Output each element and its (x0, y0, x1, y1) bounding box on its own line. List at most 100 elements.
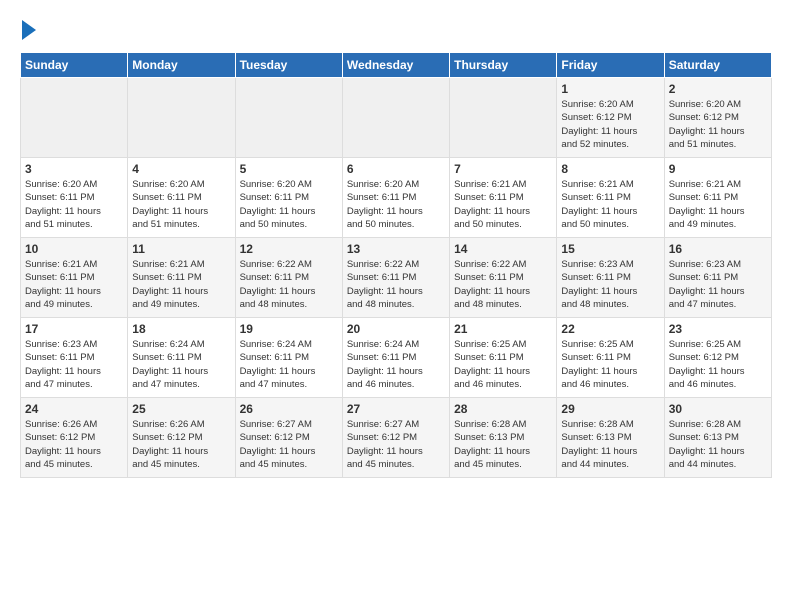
day-number: 2 (669, 82, 767, 96)
day-number: 6 (347, 162, 445, 176)
day-info: Sunrise: 6:28 AM Sunset: 6:13 PM Dayligh… (454, 418, 552, 471)
calendar-cell: 22 Sunrise: 6:25 AM Sunset: 6:11 PM Dayli… (557, 318, 664, 398)
day-number: 4 (132, 162, 230, 176)
calendar-cell: 28 Sunrise: 6:28 AM Sunset: 6:13 PM Dayli… (450, 398, 557, 478)
weekday-header-thursday: Thursday (450, 53, 557, 78)
day-info: Sunrise: 6:22 AM Sunset: 6:11 PM Dayligh… (454, 258, 552, 311)
day-number: 24 (25, 402, 123, 416)
day-info: Sunrise: 6:25 AM Sunset: 6:11 PM Dayligh… (454, 338, 552, 391)
day-info: Sunrise: 6:21 AM Sunset: 6:11 PM Dayligh… (669, 178, 767, 231)
day-info: Sunrise: 6:21 AM Sunset: 6:11 PM Dayligh… (454, 178, 552, 231)
calendar-week-2: 3 Sunrise: 6:20 AM Sunset: 6:11 PM Daylig… (21, 158, 772, 238)
calendar-cell: 16 Sunrise: 6:23 AM Sunset: 6:11 PM Dayli… (664, 238, 771, 318)
day-number: 28 (454, 402, 552, 416)
day-info: Sunrise: 6:26 AM Sunset: 6:12 PM Dayligh… (132, 418, 230, 471)
day-info: Sunrise: 6:24 AM Sunset: 6:11 PM Dayligh… (240, 338, 338, 391)
calendar-week-3: 10 Sunrise: 6:21 AM Sunset: 6:11 PM Dayli… (21, 238, 772, 318)
day-info: Sunrise: 6:20 AM Sunset: 6:11 PM Dayligh… (240, 178, 338, 231)
day-number: 1 (561, 82, 659, 96)
day-number: 5 (240, 162, 338, 176)
weekday-header-monday: Monday (128, 53, 235, 78)
weekday-header-tuesday: Tuesday (235, 53, 342, 78)
day-number: 19 (240, 322, 338, 336)
day-number: 17 (25, 322, 123, 336)
day-number: 23 (669, 322, 767, 336)
day-info: Sunrise: 6:21 AM Sunset: 6:11 PM Dayligh… (25, 258, 123, 311)
day-number: 30 (669, 402, 767, 416)
day-info: Sunrise: 6:25 AM Sunset: 6:12 PM Dayligh… (669, 338, 767, 391)
day-info: Sunrise: 6:20 AM Sunset: 6:12 PM Dayligh… (561, 98, 659, 151)
calendar-cell: 2 Sunrise: 6:20 AM Sunset: 6:12 PM Daylig… (664, 78, 771, 158)
calendar-cell (128, 78, 235, 158)
day-info: Sunrise: 6:27 AM Sunset: 6:12 PM Dayligh… (347, 418, 445, 471)
calendar-cell: 9 Sunrise: 6:21 AM Sunset: 6:11 PM Daylig… (664, 158, 771, 238)
calendar-cell: 19 Sunrise: 6:24 AM Sunset: 6:11 PM Dayli… (235, 318, 342, 398)
day-number: 15 (561, 242, 659, 256)
logo-text-block (20, 16, 36, 40)
calendar-cell: 26 Sunrise: 6:27 AM Sunset: 6:12 PM Dayli… (235, 398, 342, 478)
calendar-cell: 5 Sunrise: 6:20 AM Sunset: 6:11 PM Daylig… (235, 158, 342, 238)
day-number: 3 (25, 162, 123, 176)
day-info: Sunrise: 6:22 AM Sunset: 6:11 PM Dayligh… (347, 258, 445, 311)
calendar-cell: 3 Sunrise: 6:20 AM Sunset: 6:11 PM Daylig… (21, 158, 128, 238)
day-number: 12 (240, 242, 338, 256)
day-info: Sunrise: 6:28 AM Sunset: 6:13 PM Dayligh… (669, 418, 767, 471)
calendar-cell: 6 Sunrise: 6:20 AM Sunset: 6:11 PM Daylig… (342, 158, 449, 238)
day-number: 22 (561, 322, 659, 336)
weekday-header-friday: Friday (557, 53, 664, 78)
day-info: Sunrise: 6:28 AM Sunset: 6:13 PM Dayligh… (561, 418, 659, 471)
weekday-header-sunday: Sunday (21, 53, 128, 78)
calendar-cell: 14 Sunrise: 6:22 AM Sunset: 6:11 PM Dayli… (450, 238, 557, 318)
calendar-week-1: 1 Sunrise: 6:20 AM Sunset: 6:12 PM Daylig… (21, 78, 772, 158)
day-info: Sunrise: 6:20 AM Sunset: 6:11 PM Dayligh… (347, 178, 445, 231)
day-number: 20 (347, 322, 445, 336)
day-number: 10 (25, 242, 123, 256)
day-info: Sunrise: 6:24 AM Sunset: 6:11 PM Dayligh… (347, 338, 445, 391)
logo-arrow-icon (22, 20, 36, 40)
day-info: Sunrise: 6:23 AM Sunset: 6:11 PM Dayligh… (669, 258, 767, 311)
page: SundayMondayTuesdayWednesdayThursdayFrid… (0, 0, 792, 488)
header (20, 16, 772, 40)
day-number: 27 (347, 402, 445, 416)
day-number: 29 (561, 402, 659, 416)
day-number: 18 (132, 322, 230, 336)
day-info: Sunrise: 6:20 AM Sunset: 6:11 PM Dayligh… (25, 178, 123, 231)
calendar-week-4: 17 Sunrise: 6:23 AM Sunset: 6:11 PM Dayli… (21, 318, 772, 398)
logo (20, 16, 36, 40)
day-info: Sunrise: 6:21 AM Sunset: 6:11 PM Dayligh… (561, 178, 659, 231)
calendar-cell: 17 Sunrise: 6:23 AM Sunset: 6:11 PM Dayli… (21, 318, 128, 398)
calendar-cell: 8 Sunrise: 6:21 AM Sunset: 6:11 PM Daylig… (557, 158, 664, 238)
day-info: Sunrise: 6:20 AM Sunset: 6:12 PM Dayligh… (669, 98, 767, 151)
calendar-cell: 1 Sunrise: 6:20 AM Sunset: 6:12 PM Daylig… (557, 78, 664, 158)
calendar-cell: 25 Sunrise: 6:26 AM Sunset: 6:12 PM Dayli… (128, 398, 235, 478)
day-info: Sunrise: 6:21 AM Sunset: 6:11 PM Dayligh… (132, 258, 230, 311)
calendar-cell: 27 Sunrise: 6:27 AM Sunset: 6:12 PM Dayli… (342, 398, 449, 478)
calendar-cell: 7 Sunrise: 6:21 AM Sunset: 6:11 PM Daylig… (450, 158, 557, 238)
day-number: 25 (132, 402, 230, 416)
calendar-cell (450, 78, 557, 158)
day-number: 26 (240, 402, 338, 416)
weekday-header-saturday: Saturday (664, 53, 771, 78)
day-info: Sunrise: 6:23 AM Sunset: 6:11 PM Dayligh… (561, 258, 659, 311)
day-info: Sunrise: 6:23 AM Sunset: 6:11 PM Dayligh… (25, 338, 123, 391)
day-info: Sunrise: 6:24 AM Sunset: 6:11 PM Dayligh… (132, 338, 230, 391)
calendar-cell: 13 Sunrise: 6:22 AM Sunset: 6:11 PM Dayli… (342, 238, 449, 318)
day-number: 8 (561, 162, 659, 176)
calendar-cell: 23 Sunrise: 6:25 AM Sunset: 6:12 PM Dayli… (664, 318, 771, 398)
day-number: 16 (669, 242, 767, 256)
calendar-cell: 4 Sunrise: 6:20 AM Sunset: 6:11 PM Daylig… (128, 158, 235, 238)
day-number: 11 (132, 242, 230, 256)
day-number: 13 (347, 242, 445, 256)
day-info: Sunrise: 6:25 AM Sunset: 6:11 PM Dayligh… (561, 338, 659, 391)
day-number: 7 (454, 162, 552, 176)
calendar-table: SundayMondayTuesdayWednesdayThursdayFrid… (20, 52, 772, 478)
weekday-header-wednesday: Wednesday (342, 53, 449, 78)
calendar-cell (235, 78, 342, 158)
day-info: Sunrise: 6:27 AM Sunset: 6:12 PM Dayligh… (240, 418, 338, 471)
day-info: Sunrise: 6:20 AM Sunset: 6:11 PM Dayligh… (132, 178, 230, 231)
day-number: 14 (454, 242, 552, 256)
calendar-header: SundayMondayTuesdayWednesdayThursdayFrid… (21, 53, 772, 78)
calendar-cell: 15 Sunrise: 6:23 AM Sunset: 6:11 PM Dayli… (557, 238, 664, 318)
calendar-cell: 11 Sunrise: 6:21 AM Sunset: 6:11 PM Dayli… (128, 238, 235, 318)
day-number: 9 (669, 162, 767, 176)
